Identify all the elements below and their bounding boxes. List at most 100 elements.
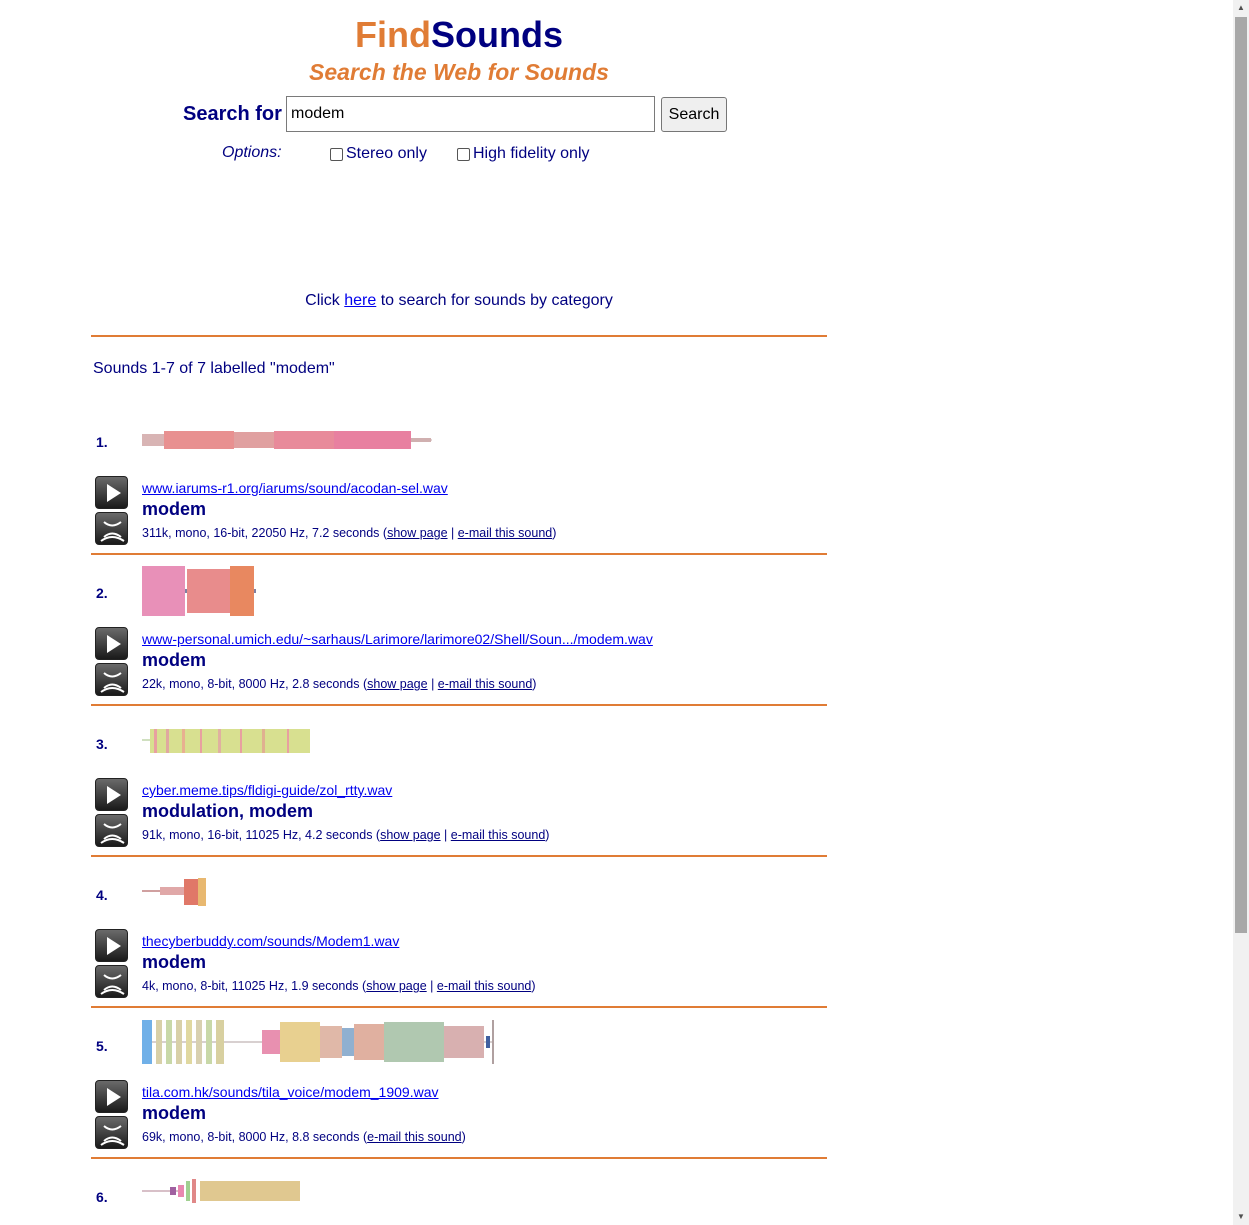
play-button[interactable] (95, 929, 128, 962)
result-number: 1. (96, 434, 108, 450)
divider (91, 704, 827, 706)
sound-meta: 22k, mono, 8-bit, 8000 Hz, 2.8 seconds (… (142, 677, 536, 691)
high-fidelity-checkbox[interactable] (457, 147, 470, 161)
play-button[interactable] (95, 627, 128, 660)
result-item: 1. www.iarums-r1.org/iarums/sound/acodan… (91, 428, 827, 579)
meta-close: ) (552, 526, 557, 540)
sound-meta: 311k, mono, 16-bit, 22050 Hz, 7.2 second… (142, 526, 556, 540)
play-button[interactable] (95, 1080, 128, 1113)
email-sound-link[interactable]: e-mail this sound (367, 1130, 462, 1144)
download-icon (100, 1125, 125, 1146)
sound-label: modem (142, 650, 207, 670)
result-item: 2. www-personal.umich.edu/~sarhaus/Larim… (91, 566, 827, 730)
scroll-down-arrow-icon[interactable]: ▼ (1233, 1209, 1249, 1225)
download-icon (100, 974, 125, 995)
tagline: Search the Web for Sounds (309, 59, 609, 85)
waveform-image[interactable] (142, 428, 442, 452)
divider (91, 335, 827, 337)
separator: | (427, 677, 438, 691)
meta-close: ) (532, 677, 537, 691)
search-label: Search for (183, 103, 282, 125)
sound-meta-text: 22k, mono, 8-bit, 8000 Hz, 2.8 seconds ( (142, 677, 368, 691)
separator: | (426, 979, 437, 993)
logo-sounds: Sounds (430, 14, 563, 55)
play-icon (107, 937, 121, 955)
sound-label: modulation, modem (142, 801, 313, 821)
category-suffix: to search for sounds by category (376, 292, 613, 309)
play-icon (107, 1088, 121, 1106)
high-fidelity-option[interactable]: High fidelity only (457, 145, 590, 163)
sound-url-link[interactable]: cyber.meme.tips/fldigi-guide/zol_rtty.wa… (142, 782, 392, 798)
show-page-link[interactable]: show page (380, 828, 440, 842)
sound-meta: 69k, mono, 8-bit, 8000 Hz, 8.8 seconds (… (142, 1130, 466, 1144)
result-item: 5. tila.com.hk/sounds/tila_voice/modem_1… (91, 1020, 827, 1183)
download-button[interactable] (95, 512, 128, 545)
show-page-link[interactable]: show page (387, 526, 447, 540)
show-page-link[interactable]: show page (366, 979, 426, 993)
sound-meta: 4k, mono, 8-bit, 11025 Hz, 1.9 seconds (… (142, 979, 536, 993)
download-button[interactable] (95, 965, 128, 998)
stereo-only-label: Stereo only (346, 145, 427, 162)
play-button[interactable] (95, 778, 128, 811)
sound-url-link[interactable]: www-personal.umich.edu/~sarhaus/Larimore… (142, 631, 653, 647)
sound-meta-text: 311k, mono, 16-bit, 22050 Hz, 7.2 second… (142, 526, 388, 540)
play-button[interactable] (95, 476, 128, 509)
sound-url-link[interactable]: thecyberbuddy.com/sounds/Modem1.wav (142, 933, 399, 949)
page: FindSounds Search the Web for Sounds Sea… (0, 0, 1233, 1225)
result-number: 6. (96, 1189, 108, 1205)
waveform-image[interactable] (142, 1177, 312, 1207)
play-icon (107, 635, 121, 653)
download-icon (100, 521, 125, 542)
email-sound-link[interactable]: e-mail this sound (458, 526, 553, 540)
sound-label: modem (142, 1103, 207, 1123)
sound-meta: 91k, mono, 16-bit, 11025 Hz, 4.2 seconds… (142, 828, 549, 842)
email-sound-link[interactable]: e-mail this sound (437, 979, 532, 993)
category-link[interactable]: here (344, 292, 376, 309)
download-button[interactable] (95, 1116, 128, 1149)
meta-close: ) (531, 979, 536, 993)
meta-close: ) (461, 1130, 466, 1144)
search-button[interactable]: Search (661, 97, 727, 132)
search-input[interactable] (286, 96, 655, 132)
stereo-only-option[interactable]: Stereo only (330, 145, 427, 163)
divider (91, 1157, 827, 1159)
waveform-image[interactable] (142, 728, 322, 756)
sound-meta-text: 69k, mono, 8-bit, 8000 Hz, 8.8 seconds ( (142, 1130, 368, 1144)
meta-close: ) (545, 828, 550, 842)
email-sound-link[interactable]: e-mail this sound (438, 677, 533, 691)
result-number: 5. (96, 1038, 108, 1054)
divider (91, 855, 827, 857)
divider (91, 1006, 827, 1008)
options-label: Options: (222, 144, 282, 161)
scroll-thumb[interactable] (1235, 17, 1247, 933)
category-prefix: Click (305, 292, 345, 309)
download-icon (100, 672, 125, 693)
play-icon (107, 786, 121, 804)
sound-url-link[interactable]: www.iarums-r1.org/iarums/sound/acodan-se… (142, 480, 448, 496)
high-fidelity-label: High fidelity only (473, 145, 590, 162)
waveform-image[interactable] (142, 1018, 502, 1070)
waveform-image[interactable] (142, 877, 222, 909)
sound-url-link[interactable]: tila.com.hk/sounds/tila_voice/modem_1909… (142, 1084, 439, 1100)
sound-label: modem (142, 952, 207, 972)
email-sound-link[interactable]: e-mail this sound (451, 828, 546, 842)
waveform-image[interactable] (142, 565, 262, 617)
result-item: 6. (91, 1179, 827, 1225)
show-page-link[interactable]: show page (367, 677, 427, 691)
vertical-scrollbar[interactable]: ▲ ▼ (1233, 0, 1249, 1225)
result-number: 4. (96, 887, 108, 903)
result-number: 3. (96, 736, 108, 752)
site-logo[interactable]: FindSounds (0, 14, 918, 56)
download-button[interactable] (95, 663, 128, 696)
result-item: 4. thecyberbuddy.com/sounds/Modem1.wav m… (91, 878, 827, 1032)
separator: | (440, 828, 451, 842)
sound-meta-text: 91k, mono, 16-bit, 11025 Hz, 4.2 seconds… (142, 828, 381, 842)
scroll-up-arrow-icon[interactable]: ▲ (1233, 0, 1249, 16)
results-summary: Sounds 1-7 of 7 labelled "modem" (93, 360, 335, 377)
divider (91, 553, 827, 555)
download-button[interactable] (95, 814, 128, 847)
stereo-only-checkbox[interactable] (330, 147, 343, 161)
sound-label: modem (142, 499, 207, 519)
result-item: 3. cyber.meme.tips/fldigi-guide/zol_rtty… (91, 728, 827, 881)
result-number: 2. (96, 585, 108, 601)
